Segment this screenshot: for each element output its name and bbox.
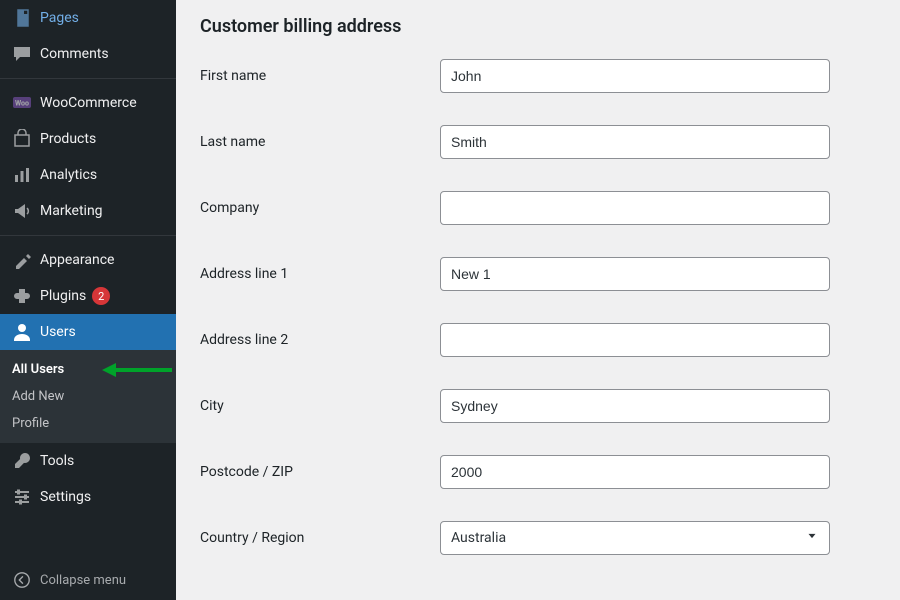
row-city: City (200, 389, 876, 423)
chevron-down-icon (805, 529, 819, 547)
main-content: Customer billing address First name Last… (176, 0, 900, 600)
input-address2[interactable] (440, 323, 830, 357)
marketing-icon (12, 201, 32, 221)
submenu-item-add-new[interactable]: Add New (0, 383, 176, 410)
menu-item-pages[interactable]: Pages (0, 0, 176, 36)
submenu-item-profile[interactable]: Profile (0, 410, 176, 437)
submenu-label: Profile (12, 416, 49, 431)
submenu-label: Add New (12, 389, 64, 404)
collapse-label: Collapse menu (40, 573, 126, 588)
menu-item-woocommerce[interactable]: Woo WooCommerce (0, 85, 176, 121)
row-postcode: Postcode / ZIP (200, 455, 876, 489)
page-icon (12, 8, 32, 28)
input-city[interactable] (440, 389, 830, 423)
menu-label: WooCommerce (40, 95, 137, 111)
menu-label: Marketing (40, 203, 103, 219)
label-country: Country / Region (200, 530, 440, 546)
label-address2: Address line 2 (200, 332, 440, 348)
row-first-name: First name (200, 59, 876, 93)
row-address2: Address line 2 (200, 323, 876, 357)
row-country: Country / Region Australia (200, 521, 876, 555)
row-last-name: Last name (200, 125, 876, 159)
menu-item-tools[interactable]: Tools (0, 443, 176, 479)
menu-label: Appearance (40, 252, 114, 268)
submenu-label: All Users (12, 362, 64, 377)
submenu-item-all-users[interactable]: All Users (0, 356, 176, 383)
menu-item-products[interactable]: Products (0, 121, 176, 157)
menu-item-comments[interactable]: Comments (0, 36, 176, 72)
section-title: Customer billing address (200, 16, 876, 37)
label-first-name: First name (200, 68, 440, 84)
input-first-name[interactable] (440, 59, 830, 93)
input-last-name[interactable] (440, 125, 830, 159)
menu-label: Tools (40, 453, 74, 469)
products-icon (12, 129, 32, 149)
label-address1: Address line 1 (200, 266, 440, 282)
row-company: Company (200, 191, 876, 225)
menu-item-users[interactable]: Users (0, 314, 176, 350)
admin-sidebar: Pages Comments Woo WooCommerce Products … (0, 0, 176, 600)
menu-separator (0, 235, 176, 236)
menu-label: Pages (40, 10, 79, 26)
menu-label: Analytics (40, 167, 97, 183)
menu-label: Products (40, 131, 96, 147)
select-country[interactable]: Australia (440, 521, 830, 555)
menu-separator (0, 78, 176, 79)
settings-icon (12, 487, 32, 507)
input-company[interactable] (440, 191, 830, 225)
row-address1: Address line 1 (200, 257, 876, 291)
select-country-value: Australia (451, 530, 506, 546)
label-last-name: Last name (200, 134, 440, 150)
woocommerce-icon: Woo (12, 93, 32, 113)
comment-icon (12, 44, 32, 64)
appearance-icon (12, 250, 32, 270)
menu-label: Plugins (40, 288, 86, 304)
tools-icon (12, 451, 32, 471)
plugins-badge: 2 (92, 287, 110, 305)
label-city: City (200, 398, 440, 414)
highlight-arrow-icon (102, 361, 172, 379)
menu-label: Settings (40, 489, 91, 505)
collapse-menu[interactable]: Collapse menu (0, 560, 176, 600)
input-postcode[interactable] (440, 455, 830, 489)
collapse-icon (12, 570, 32, 590)
menu-label: Users (40, 324, 76, 340)
svg-text:Woo: Woo (15, 100, 29, 108)
users-icon (12, 322, 32, 342)
menu-label: Comments (40, 46, 109, 62)
menu-item-analytics[interactable]: Analytics (0, 157, 176, 193)
input-address1[interactable] (440, 257, 830, 291)
label-company: Company (200, 200, 440, 216)
plugins-icon (12, 286, 32, 306)
analytics-icon (12, 165, 32, 185)
menu-item-marketing[interactable]: Marketing (0, 193, 176, 229)
menu-item-appearance[interactable]: Appearance (0, 242, 176, 278)
menu-item-plugins[interactable]: Plugins 2 (0, 278, 176, 314)
menu-item-settings[interactable]: Settings (0, 479, 176, 515)
users-submenu: All Users Add New Profile (0, 350, 176, 443)
label-postcode: Postcode / ZIP (200, 464, 440, 480)
